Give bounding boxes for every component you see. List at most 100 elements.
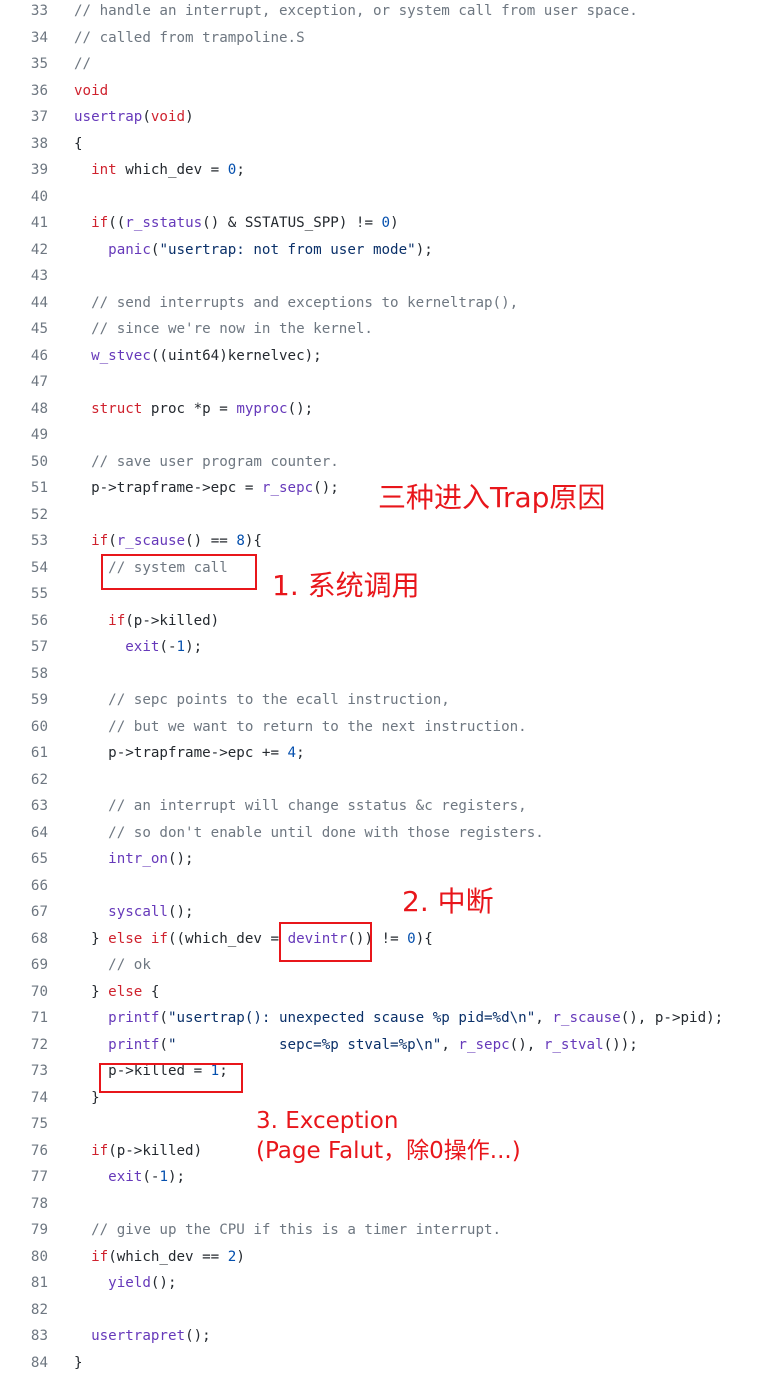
code-text: // but we want to return to the next ins…	[108, 718, 527, 735]
line-number: 67	[30, 904, 48, 920]
code-line: 53 if(r_scause() == 8){	[0, 528, 781, 554]
code-line: 39 int which_dev = 0;	[0, 157, 781, 183]
code-text: if(p->killed)	[91, 1142, 203, 1159]
syscall-highlight-box	[101, 554, 257, 590]
code-line: 71 printf("usertrap(): unexpected scause…	[0, 1005, 781, 1031]
line-number: 71	[30, 1010, 48, 1026]
killed-highlight-box	[99, 1063, 243, 1093]
line-number: 70	[30, 983, 48, 1000]
line-number: 47	[30, 374, 48, 390]
code-text: w_stvec((uint64)kernelvec);	[91, 347, 322, 364]
code-text: // since we're now in the kernel.	[91, 321, 373, 337]
code-line: 84}	[0, 1350, 781, 1376]
code-text: exit(-1);	[108, 1169, 186, 1185]
code-line: 68 } else if((which_dev = devintr()) != …	[0, 926, 781, 952]
line-number: 84	[30, 1354, 48, 1371]
line-number: 76	[30, 1142, 48, 1159]
code-line: 34 // called from trampoline.S	[0, 25, 781, 51]
code-text: // an interrupt will change sstatus &c r…	[108, 798, 527, 814]
line-number: 43	[30, 268, 48, 284]
code-line: 77 exit(-1);	[0, 1164, 781, 1190]
line-number: 77	[30, 1169, 48, 1185]
code-text: // give up the CPU if this is a timer in…	[91, 1222, 502, 1238]
line-number: 81	[30, 1275, 48, 1291]
line-number: 50	[30, 453, 48, 470]
line-number: 36	[30, 82, 48, 99]
line-number: 52	[30, 506, 48, 523]
code-line: 58	[0, 661, 781, 687]
code-line: 49	[0, 422, 781, 448]
trap-reasons-title: 三种进入Trap原因	[378, 481, 606, 514]
code-line: 79 // give up the CPU if this is a timer…	[0, 1217, 781, 1243]
devintr-highlight-box	[279, 922, 372, 962]
code-text: // save user program counter.	[91, 453, 339, 470]
code-text: if(which_dev == 2)	[91, 1248, 245, 1265]
code-line: 33 // handle an interrupt, exception, or …	[0, 0, 781, 24]
line-number: 78	[30, 1195, 48, 1212]
code-line: 46 w_stvec((uint64)kernelvec);	[0, 343, 781, 369]
code-line: 78	[0, 1191, 781, 1217]
code-text: } else {	[74, 983, 160, 1000]
code-line: 37 usertrap(void)	[0, 104, 781, 130]
line-number: 64	[30, 824, 48, 841]
line-number: 65	[30, 851, 48, 867]
code-line: 40	[0, 184, 781, 210]
code-text: //	[74, 56, 92, 72]
line-number: 68	[30, 930, 48, 947]
code-line: 59 // sepc points to the ecall instructi…	[0, 687, 781, 713]
line-number: 63	[30, 798, 48, 814]
code-text: printf(" sepc=%p stval=%p\n", r_sepc(), …	[108, 1036, 638, 1053]
code-text: // sepc points to the ecall instruction,	[108, 692, 450, 708]
code-line: 45 // since we're now in the kernel.	[0, 316, 781, 342]
line-number: 34	[30, 29, 48, 46]
code-text: void	[74, 82, 109, 99]
line-number: 35	[30, 56, 48, 72]
code-line: 60 // but we want to return to the next …	[0, 714, 781, 740]
code-line: 44 // send interrupts and exceptions to …	[0, 290, 781, 316]
syscall-annotation: 1. 系统调用	[272, 569, 420, 602]
line-number: 80	[30, 1248, 48, 1265]
line-number: 59	[30, 692, 48, 708]
code-line: 50 // save user program counter.	[0, 449, 781, 475]
code-line: 38 {	[0, 131, 781, 157]
code-text: // so don't enable until done with those…	[108, 824, 544, 841]
line-number: 69	[30, 957, 48, 973]
line-number: 60	[30, 718, 48, 735]
line-number: 42	[30, 241, 48, 258]
code-line: 41 if((r_sstatus() & SSTATUS_SPP) != 0)	[0, 210, 781, 236]
code-text: {	[74, 135, 83, 152]
line-number: 49	[30, 427, 48, 443]
code-text: exit(-1);	[125, 639, 203, 655]
line-number: 48	[30, 400, 48, 417]
code-line: 35 //	[0, 51, 781, 77]
line-number: 51	[30, 480, 48, 496]
code-line: 66	[0, 873, 781, 899]
line-number: 44	[30, 294, 48, 311]
line-number: 54	[30, 559, 48, 576]
code-text: p->trapframe->epc += 4;	[74, 745, 305, 761]
line-number: 58	[30, 665, 48, 682]
line-number: 46	[30, 347, 48, 364]
code-line: 81 yield();	[0, 1270, 781, 1296]
code-text: int which_dev = 0;	[91, 162, 245, 178]
code-line: 72 printf(" sepc=%p stval=%p\n", r_sepc(…	[0, 1032, 781, 1058]
line-number: 40	[30, 188, 48, 205]
code-text: // ok	[108, 957, 151, 973]
code-line: 82	[0, 1297, 781, 1323]
line-number: 75	[30, 1116, 48, 1132]
line-number: 55	[30, 586, 48, 602]
code-line: 47	[0, 369, 781, 395]
code-text: panic("usertrap: not from user mode");	[108, 241, 433, 258]
line-number: 56	[30, 612, 48, 629]
line-number: 83	[30, 1328, 48, 1344]
line-number: 62	[30, 771, 48, 788]
line-number: 39	[30, 162, 48, 178]
code-text: // handle an interrupt, exception, or sy…	[74, 3, 638, 19]
code-line: 36 void	[0, 78, 781, 104]
code-text: usertrap(void)	[74, 109, 194, 125]
code-text: }	[74, 1354, 83, 1371]
line-number: 73	[30, 1063, 48, 1079]
code-text: }	[74, 1089, 100, 1106]
code-line: 64 // so don't enable until done with th…	[0, 820, 781, 846]
line-number: 72	[30, 1036, 48, 1053]
